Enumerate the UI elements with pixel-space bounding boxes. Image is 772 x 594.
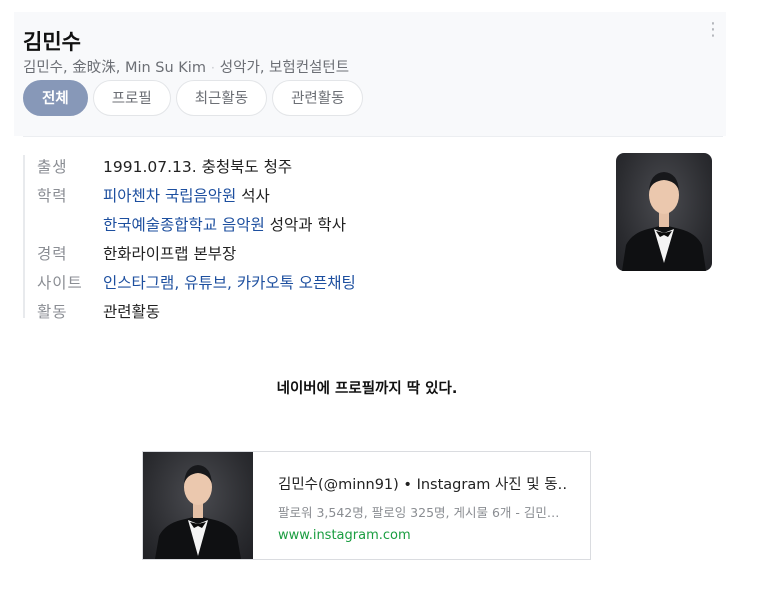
site-link-sep: , [226,274,237,292]
education-link-karts[interactable]: 한국예술종합학교 음악원 [103,216,265,234]
profile-aliases: 김민수, 金旼洙, Min Su Kim [23,60,206,76]
info-label-birth: 출생 [37,158,68,176]
profile-tabs: 전체 프로필 최근활동 관련활동 [23,80,368,116]
instagram-thumbnail [143,452,253,559]
instagram-url: www.instagram.com [278,528,411,543]
site-links: 인스타그램, 유튜브, 카카오톡 오픈채팅 [103,271,356,293]
portrait-image [622,172,706,271]
education-entry-2: 한국예술종합학교 음악원 성악과 학사 [103,213,346,235]
header-divider [23,136,723,137]
profile-occupation: 성악가, 보험컨설턴트 [219,60,350,76]
info-value-birth: 1991.07.13. 충청북도 청주 [103,158,293,176]
profile-name: 김민수 [23,30,81,54]
info-label-activity: 활동 [37,303,68,321]
tab-recent-activity[interactable]: 최근활동 [175,80,268,116]
profile-card: 김민수 김민수, 金旼洙, Min Su Kim · 성악가, 보험컨설턴트 ⋮ 전… [14,12,726,334]
info-label-career: 경력 [37,245,68,263]
site-link-youtube[interactable]: 유튜브 [184,274,227,292]
instagram-title: 김민수(@minn91) • Instagram 사진 및 동… [278,477,568,493]
profile-photo[interactable] [616,153,712,271]
info-label-education: 학력 [37,187,68,205]
portrait-image [155,465,241,559]
separator-dot: · [210,61,215,75]
education-degree-2: 성악과 학사 [264,216,346,234]
info-left-border [23,155,25,318]
profile-subtitle: 김민수, 金旼洙, Min Su Kim · 성악가, 보험컨설턴트 [23,56,349,77]
site-link-sep: , [174,274,185,292]
info-label-sites: 사이트 [37,274,83,292]
more-options-icon[interactable]: ⋮ [704,21,722,39]
instagram-link-card[interactable]: 김민수(@minn91) • Instagram 사진 및 동… 팔로워 3,5… [142,451,591,560]
site-link-kakao-openchat[interactable]: 카카오톡 오픈채팅 [237,274,356,292]
instagram-description: 팔로워 3,542명, 팔로잉 325명, 게시물 6개 - 김민… [278,505,560,520]
info-value-career: 한화라이프랩 본부장 [103,245,237,263]
site-link-instagram[interactable]: 인스타그램 [103,274,174,292]
education-entry-1: 피아첸차 국립음악원 석사 [103,184,270,206]
education-degree-1: 석사 [236,187,270,205]
activity-link[interactable]: 관련활동 [103,300,160,322]
tab-related-activity[interactable]: 관련활동 [272,80,364,116]
tab-all[interactable]: 전체 [23,80,88,116]
tab-profile[interactable]: 프로필 [92,80,171,116]
education-link-piacenza[interactable]: 피아첸차 국립음악원 [103,187,236,205]
caption-text: 네이버에 프로필까지 딱 있다. [276,381,458,397]
